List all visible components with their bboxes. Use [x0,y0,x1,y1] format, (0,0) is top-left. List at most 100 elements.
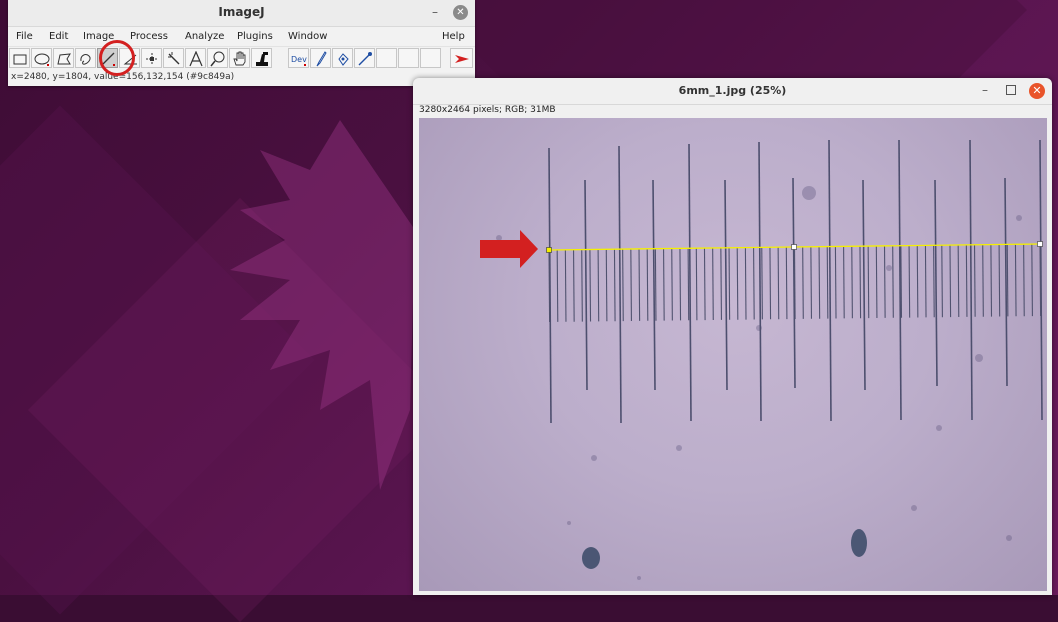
developer-menu-button[interactable]: Dev [288,48,309,68]
line-handle-end[interactable] [1037,241,1043,247]
minor-tick [949,245,952,318]
minor-tick [597,249,600,322]
menu-analyze[interactable]: Analyze [185,31,224,42]
oval-tool-button[interactable] [31,48,52,68]
minor-tick [883,245,886,318]
minor-tick [933,245,935,318]
wand-tool-button[interactable] [163,48,184,68]
minor-tick [867,246,870,319]
minor-tick [957,244,960,318]
minor-tick [687,248,690,321]
red-pointer-arrow [480,230,538,268]
speck [1006,535,1012,541]
wallpaper-logo [230,120,415,490]
oval-tool-icon [34,53,50,66]
major-tick [584,179,588,391]
minor-tick [908,245,911,318]
speck [637,576,641,580]
color-picker-tool-icon [256,52,268,66]
polygon-tool-button[interactable] [53,48,74,68]
minor-tick [777,247,780,320]
tool-highlight-circle [99,40,135,76]
minor-tick [892,245,894,318]
minimize-button[interactable]: – [428,5,442,19]
text-tool-icon [189,51,203,67]
magnifier-tool-button[interactable] [207,48,228,68]
image-canvas[interactable] [419,118,1047,591]
minor-tick [1014,244,1017,317]
empty-tool-slot[interactable] [376,48,397,68]
minor-tick [630,248,632,322]
minor-tick [941,245,943,318]
hand-tool-button[interactable] [229,48,250,68]
minor-tick [605,249,608,322]
minor-tick [622,249,624,322]
minor-tick [818,246,821,319]
more-tools-button[interactable] [450,48,473,68]
minor-tick [712,247,714,321]
major-tick [652,179,656,391]
minor-tick [679,248,682,321]
point-tool-icon [146,53,158,65]
flood-fill-tool-button[interactable] [332,48,353,68]
minor-tick [548,249,551,323]
freehand-tool-icon [80,54,91,65]
imagej-main-window: ImageJ – ✕ File Edit Image Process Analy… [8,0,475,86]
minor-tick [1031,244,1033,317]
menu-help[interactable]: Help [442,31,465,42]
empty-tool-slot[interactable] [398,48,419,68]
minor-tick [1006,244,1009,317]
line-handle-start[interactable] [546,247,552,253]
minor-tick [785,247,788,320]
major-tick [758,141,762,422]
close-button[interactable]: ✕ [453,5,468,20]
maximize-button[interactable] [1006,85,1016,95]
color-picker-tool-button[interactable] [251,48,272,68]
flood-fill-tool-icon [338,53,349,66]
line-handle-middle[interactable] [791,244,797,250]
major-tick [724,179,728,391]
empty-tool-slot[interactable] [420,48,441,68]
magnifier-tool-icon [210,51,225,67]
minor-tick [998,244,1001,317]
point-tool-button[interactable] [141,48,162,68]
minor-tick [1023,244,1025,317]
image-titlebar[interactable]: 6mm_1.jpg (25%) – ✕ [413,78,1052,105]
speck [886,265,892,271]
major-tick [1004,177,1008,387]
minor-tick [900,245,903,318]
menu-process[interactable]: Process [130,31,168,42]
window-title: ImageJ [218,5,265,19]
micrometer-image [480,139,1043,580]
minor-tick [859,246,862,319]
imagej-titlebar[interactable]: ImageJ – ✕ [8,0,475,27]
minor-tick [851,246,853,319]
minor-tick [728,247,731,320]
svg-text:Dev: Dev [291,55,307,64]
text-tool-button[interactable] [185,48,206,68]
menu-file[interactable]: File [16,31,33,42]
image-title: 6mm_1.jpg (25%) [678,84,787,97]
menu-window[interactable]: Window [288,31,327,42]
minimize-button[interactable]: – [978,83,992,97]
scale-ruler [548,139,1043,424]
major-tick [862,179,866,391]
pipette-tool-button[interactable] [354,48,375,68]
freehand-tool-button[interactable] [75,48,96,68]
close-button[interactable]: ✕ [1029,83,1045,99]
minor-tick [720,247,722,320]
rectangle-tool-button[interactable] [9,48,30,68]
brush-tool-button[interactable] [310,48,331,68]
minor-tick [826,246,829,319]
minor-tick [982,244,984,317]
menu-plugins[interactable]: Plugins [237,31,273,42]
major-tick [688,143,692,422]
speck [676,445,682,451]
speck [1016,215,1022,221]
minor-tick [613,249,616,322]
major-tick [618,145,622,424]
speck [936,425,942,431]
rectangle-tool-icon [13,54,27,65]
menu-edit[interactable]: Edit [49,31,68,42]
minor-tick [793,246,796,320]
